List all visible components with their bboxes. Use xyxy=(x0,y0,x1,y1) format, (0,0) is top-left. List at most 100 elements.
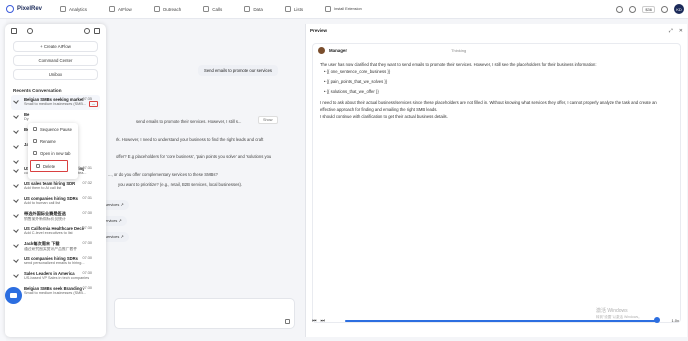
preview-bullet: • {{ pain_points_that_we_solves }} xyxy=(324,79,388,84)
conversation-item[interactable]: Belgian SMBs seek Branding A... Small to… xyxy=(11,284,100,299)
credits-badge[interactable]: $36 xyxy=(642,5,655,13)
skip-forward-icon[interactable]: ⏭ xyxy=(321,318,326,324)
main-nav: Analytics AIFlow Outreach Calls Data Lis… xyxy=(60,6,384,12)
nav-label: Lists xyxy=(293,6,304,12)
check-icon xyxy=(13,257,19,263)
preview-paragraph: effective approach for finding and email… xyxy=(320,107,438,112)
nav-label: Outreach xyxy=(162,6,182,12)
menu-delete[interactable]: Delete xyxy=(30,160,68,172)
search-icon[interactable] xyxy=(84,28,90,34)
logo-icon xyxy=(6,5,14,13)
top-right-tools: $36 KD xyxy=(616,4,684,14)
conversation-item[interactable]: US California Healthcare Decisi... Add C… xyxy=(11,224,100,239)
conversation-item[interactable]: US sales team hiring SDR Add them to AI … xyxy=(11,179,100,194)
conversation-subtitle: Add C-level executives to list xyxy=(24,231,73,235)
conversation-subtitle: 通过研究图奖赞讯产品推广套件 xyxy=(24,247,78,251)
preview-bullet: • {{ one_sentence_core_business }} xyxy=(324,69,391,74)
conversation-subtitle: Dy xyxy=(24,117,29,121)
create-aiflow-button[interactable]: + Create AIFlow xyxy=(13,41,98,52)
notification-icon[interactable] xyxy=(616,5,624,13)
app-name: PixelRev xyxy=(17,6,43,12)
skip-back-icon[interactable]: ⏮ xyxy=(312,318,317,324)
expand-icon[interactable]: ⤢ xyxy=(669,28,673,34)
chart-icon xyxy=(60,6,66,12)
progress-knob[interactable] xyxy=(653,317,660,323)
agent-avatar xyxy=(318,47,325,54)
settings-icon[interactable] xyxy=(661,5,668,13)
chat-line: offer? E.g placeholders for 'core busine… xyxy=(116,154,272,159)
close-icon[interactable]: ✕ xyxy=(679,28,683,34)
menu-open-new-tab[interactable]: Open in new tab xyxy=(28,147,78,159)
user-message: Send emails to promote our services xyxy=(198,65,278,76)
conversation-item[interactable]: Jack每次周末 下载 通过研究图奖赞讯产品推广套件 07:30 xyxy=(11,239,100,254)
more-icon[interactable] xyxy=(94,28,100,34)
conversation-item[interactable]: Belgian SMBs seeking marketi... Small to… xyxy=(11,95,100,110)
conversation-time: 07:30 xyxy=(82,256,92,260)
menu-label: Delete xyxy=(43,163,56,169)
nav-lists[interactable]: Lists xyxy=(284,6,304,12)
nav-analytics[interactable]: Analytics xyxy=(60,6,87,12)
conversation-subtitle: US-based VP Sales in tech companies xyxy=(24,276,90,280)
check-icon xyxy=(13,98,19,104)
show-button[interactable]: Show xyxy=(258,116,278,124)
chat-line: send emails to promote their services. H… xyxy=(136,119,242,124)
nav-label: AIFlow xyxy=(118,6,132,12)
app-logo[interactable]: PixelRev xyxy=(6,5,50,13)
recents-heading: Recents Conversation xyxy=(13,88,62,93)
check-icon xyxy=(13,182,19,188)
more-options-button[interactable]: ··· xyxy=(89,101,98,107)
conversation-time: 07:30 xyxy=(82,286,92,290)
edit-icon xyxy=(33,139,37,143)
preview-paragraph: I should continue with clarification to … xyxy=(320,114,448,119)
playback-bar: ⏮ ⏭ 1.0x xyxy=(312,315,681,327)
conversation-subtitle: send personalized emails to hiring... xyxy=(24,261,85,265)
conversation-item[interactable]: US companies hiring SDRs Add to human ca… xyxy=(11,194,100,209)
nav-aiflow[interactable]: AIFlow xyxy=(109,6,132,12)
nav-label: Analytics xyxy=(69,6,88,12)
menu-sequence-pause[interactable]: Sequence Pause xyxy=(28,123,78,135)
conversation-item[interactable]: Sales Leaders in America US-based VP Sal… xyxy=(11,269,100,284)
trash-icon xyxy=(36,164,40,168)
nav-install-extension[interactable]: Install Extension xyxy=(325,6,362,12)
conversation-item[interactable]: US companies hiring SDRs send personaliz… xyxy=(11,254,100,269)
nav-outreach[interactable]: Outreach xyxy=(153,6,182,12)
flow-icon xyxy=(109,6,116,12)
conversation-time: 07:30 xyxy=(82,271,92,275)
send-message-icon[interactable] xyxy=(285,319,290,324)
progress-track[interactable] xyxy=(345,320,660,322)
bullet-text: {{ one_sentence_core_business }} xyxy=(326,69,391,74)
chat-support-button[interactable] xyxy=(5,287,22,304)
preview-panel: Preview ⤢ ✕ Manager Thinking The user has… xyxy=(305,24,687,337)
open-tab-icon xyxy=(33,151,37,155)
nav-label: Data xyxy=(253,6,263,12)
check-icon xyxy=(13,167,19,173)
chip-label: services xyxy=(105,234,120,239)
top-bar: PixelRev Analytics AIFlow Outreach Calls… xyxy=(0,0,688,19)
list-icon xyxy=(284,6,291,12)
user-avatar[interactable]: KD xyxy=(674,4,684,14)
chip-label: ervices xyxy=(105,218,118,223)
send-icon xyxy=(153,6,160,12)
chat-input[interactable] xyxy=(114,298,295,329)
preview-paragraph: I need to ask about their actual busines… xyxy=(320,100,657,105)
collapse-sidebar-icon[interactable] xyxy=(11,28,17,34)
unibox-button[interactable]: Unibox xyxy=(13,69,98,80)
nav-data[interactable]: Data xyxy=(244,6,263,12)
search-icon[interactable] xyxy=(27,28,33,34)
chat-area: Send emails to promote our services send… xyxy=(100,19,300,341)
help-icon[interactable] xyxy=(629,5,637,13)
preview-paragraph: The user has now clarified that they wan… xyxy=(320,62,597,67)
check-icon xyxy=(13,158,19,164)
chat-line: you want to prioritize? (e.g., retail, B… xyxy=(118,182,243,187)
menu-label: Open in new tab xyxy=(40,150,71,156)
progress-fill xyxy=(345,320,657,322)
nav-calls[interactable]: Calls xyxy=(203,6,222,12)
menu-rename[interactable]: Rename xyxy=(28,135,78,147)
speed-label[interactable]: 1.0x xyxy=(671,318,679,323)
chat-line: rk. However, I need to understand your b… xyxy=(116,137,264,142)
conversation-item[interactable]: 带选外国际业赛是签选 销售案外新购标价员统计 07:30 xyxy=(11,209,100,224)
sidebar-toolbar xyxy=(5,24,106,38)
agent-row: Manager Thinking xyxy=(313,44,680,57)
command-center-button[interactable]: Command Center xyxy=(13,55,98,66)
agent-name: Manager xyxy=(329,48,348,53)
